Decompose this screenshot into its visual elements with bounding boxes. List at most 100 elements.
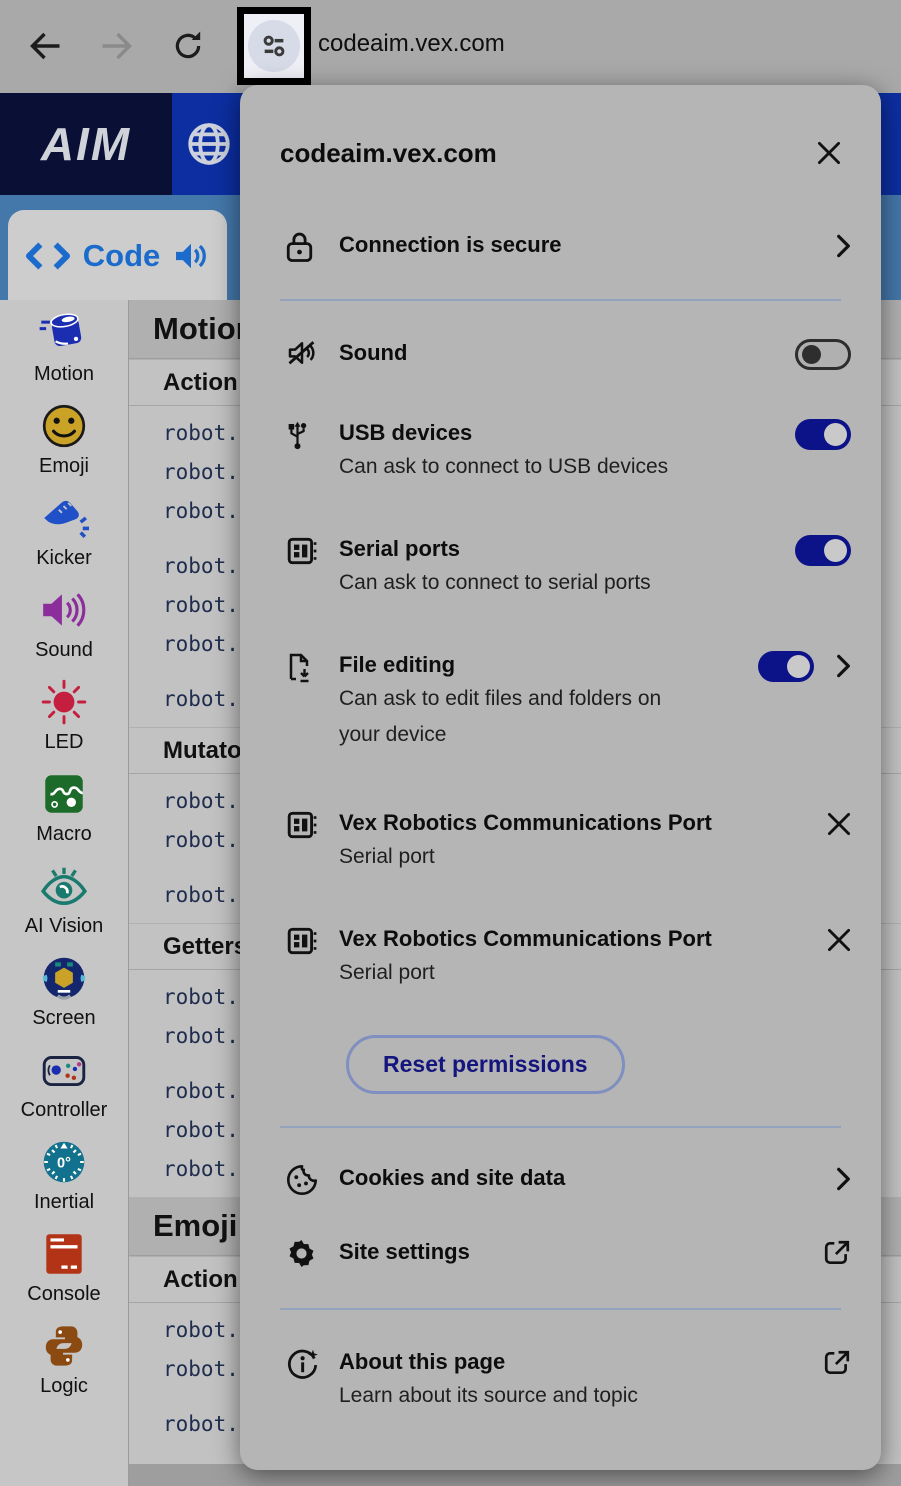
permission-label: USB devices — [339, 417, 795, 449]
globe-icon — [185, 120, 233, 168]
popup-close-button[interactable] — [807, 131, 851, 175]
permission-label: File editing — [339, 649, 758, 681]
sidebar-item-kicker[interactable]: Kicker — [0, 484, 128, 576]
popup-link-description: Learn about its source and topic — [339, 1378, 687, 1414]
led-icon — [39, 674, 89, 730]
sidebar-item-screen[interactable]: Screen — [0, 944, 128, 1036]
permission-row-serial-ports: Serial portsCan ask to connect to serial… — [240, 533, 881, 601]
sidebar-item-label: Logic — [40, 1375, 88, 1398]
usb-devices-toggle[interactable] — [795, 419, 851, 450]
lock-icon — [286, 229, 339, 263]
sidebar-item-logic[interactable]: Logic — [0, 1312, 128, 1404]
sidebar-item-inertial[interactable]: 0°Inertial — [0, 1128, 128, 1220]
sidebar-item-label: Motion — [34, 363, 94, 386]
chevron-right-icon[interactable] — [836, 654, 851, 678]
popup-divider — [280, 1308, 841, 1310]
sound-toggle[interactable] — [795, 339, 851, 370]
popup-link-label: Cookies and site data — [339, 1162, 836, 1194]
macro-icon — [39, 766, 89, 822]
aim-logo-block: AIM — [0, 93, 172, 195]
reset-permissions-button[interactable]: Reset permissions — [346, 1035, 625, 1094]
emoji-icon — [39, 398, 89, 454]
sidebar-item-macro[interactable]: Macro — [0, 760, 128, 852]
sidebar-item-led[interactable]: LED — [0, 668, 128, 760]
popup-link-cookies-and-site-data[interactable]: Cookies and site data — [240, 1162, 881, 1196]
device-row: Vex Robotics Communications PortSerial p… — [240, 923, 881, 991]
popup-link-label: Site settings — [339, 1236, 823, 1268]
cookie-icon — [286, 1162, 339, 1196]
popup-link-label: About this page — [339, 1346, 823, 1378]
popup-title: codeaim.vex.com — [280, 138, 497, 169]
sidebar-item-ai-vision[interactable]: AI Vision — [0, 852, 128, 944]
highlight-box — [237, 7, 311, 85]
sidebar-item-controller[interactable]: Controller — [0, 1036, 128, 1128]
connection-secure-label: Connection is secure — [339, 232, 562, 257]
remove-device-button[interactable] — [827, 928, 851, 952]
site-info-popup: codeaim.vex.com Connection is secure Sou… — [240, 85, 881, 1470]
gear-icon — [286, 1236, 339, 1269]
permission-row-sound: Sound — [240, 337, 881, 371]
reload-button[interactable] — [168, 26, 208, 66]
popup-link-site-settings[interactable]: Site settings — [240, 1236, 881, 1270]
language-button[interactable] — [185, 120, 233, 168]
external-link-icon — [823, 1239, 851, 1267]
chevron-right-icon — [836, 1167, 851, 1191]
motion-icon — [37, 306, 91, 362]
screen: codeaim.vex.com AIM Code Motion Emoji Kick… — [0, 0, 901, 1486]
serial-port-icon — [286, 807, 339, 841]
sidebar-item-motion[interactable]: Motion — [0, 300, 128, 392]
browser-toolbar: codeaim.vex.com — [0, 0, 901, 93]
logic-icon — [41, 1318, 87, 1374]
sidebar-item-label: Macro — [36, 823, 92, 846]
screen-icon — [39, 950, 89, 1006]
site-info-circle — [248, 20, 300, 72]
sound-icon — [38, 582, 90, 638]
tune-icon — [258, 30, 290, 62]
chevron-right-icon — [836, 229, 851, 263]
page-info-icon — [286, 1346, 339, 1381]
forward-arrow-icon — [98, 28, 134, 64]
back-arrow-icon — [28, 28, 64, 64]
sidebar-item-label: Kicker — [36, 547, 92, 570]
permission-description: Can ask to connect to serial ports — [339, 565, 687, 601]
permission-description: Can ask to edit files and folders on you… — [339, 681, 687, 753]
external-link-icon — [823, 1349, 851, 1377]
file-editing-toggle[interactable] — [758, 651, 814, 682]
remove-device-button[interactable] — [827, 812, 851, 836]
aim-logo: AIM — [41, 117, 131, 171]
device-label: Vex Robotics Communications Port — [339, 923, 827, 955]
sidebar-item-label: Screen — [32, 1007, 95, 1030]
permission-row-usb-devices: USB devicesCan ask to connect to USB dev… — [240, 417, 881, 485]
close-icon — [817, 141, 841, 165]
sound-muted-icon — [286, 337, 339, 367]
site-info-button[interactable] — [244, 14, 304, 78]
serial-ports-toggle[interactable] — [795, 535, 851, 566]
device-description: Serial port — [339, 839, 687, 875]
sidebar-item-label: Controller — [21, 1099, 108, 1122]
controller-icon — [38, 1042, 90, 1098]
permission-row-file-editing: File editingCan ask to edit files and fo… — [240, 649, 881, 753]
reload-icon — [171, 29, 205, 63]
sidebar-item-label: Emoji — [39, 455, 89, 478]
sidebar-item-label: Console — [27, 1283, 100, 1306]
sidebar-item-sound[interactable]: Sound — [0, 576, 128, 668]
device-label: Vex Robotics Communications Port — [339, 807, 827, 839]
address-bar-url[interactable]: codeaim.vex.com — [318, 30, 505, 58]
forward-button[interactable] — [96, 26, 136, 66]
back-button[interactable] — [26, 26, 66, 66]
ai-vision-icon — [38, 858, 90, 914]
sidebar-item-console[interactable]: Console — [0, 1220, 128, 1312]
popup-link-about-this-page[interactable]: About this pageLearn about its source an… — [240, 1346, 881, 1414]
category-sidebar: Motion Emoji Kicker Sound LED Macro AI Vision S… — [0, 300, 129, 1486]
usb-icon — [286, 417, 339, 450]
tab-code[interactable]: Code — [8, 210, 227, 301]
sidebar-item-emoji[interactable]: Emoji — [0, 392, 128, 484]
file-edit-icon — [286, 649, 339, 683]
code-brackets-icon — [25, 242, 71, 270]
sidebar-item-label: Sound — [35, 639, 93, 662]
connection-secure-row[interactable]: Connection is secure — [240, 229, 881, 263]
speaker-icon[interactable] — [172, 241, 210, 271]
serial-port-icon — [286, 923, 339, 957]
kicker-icon — [38, 490, 90, 546]
device-description: Serial port — [339, 955, 687, 991]
